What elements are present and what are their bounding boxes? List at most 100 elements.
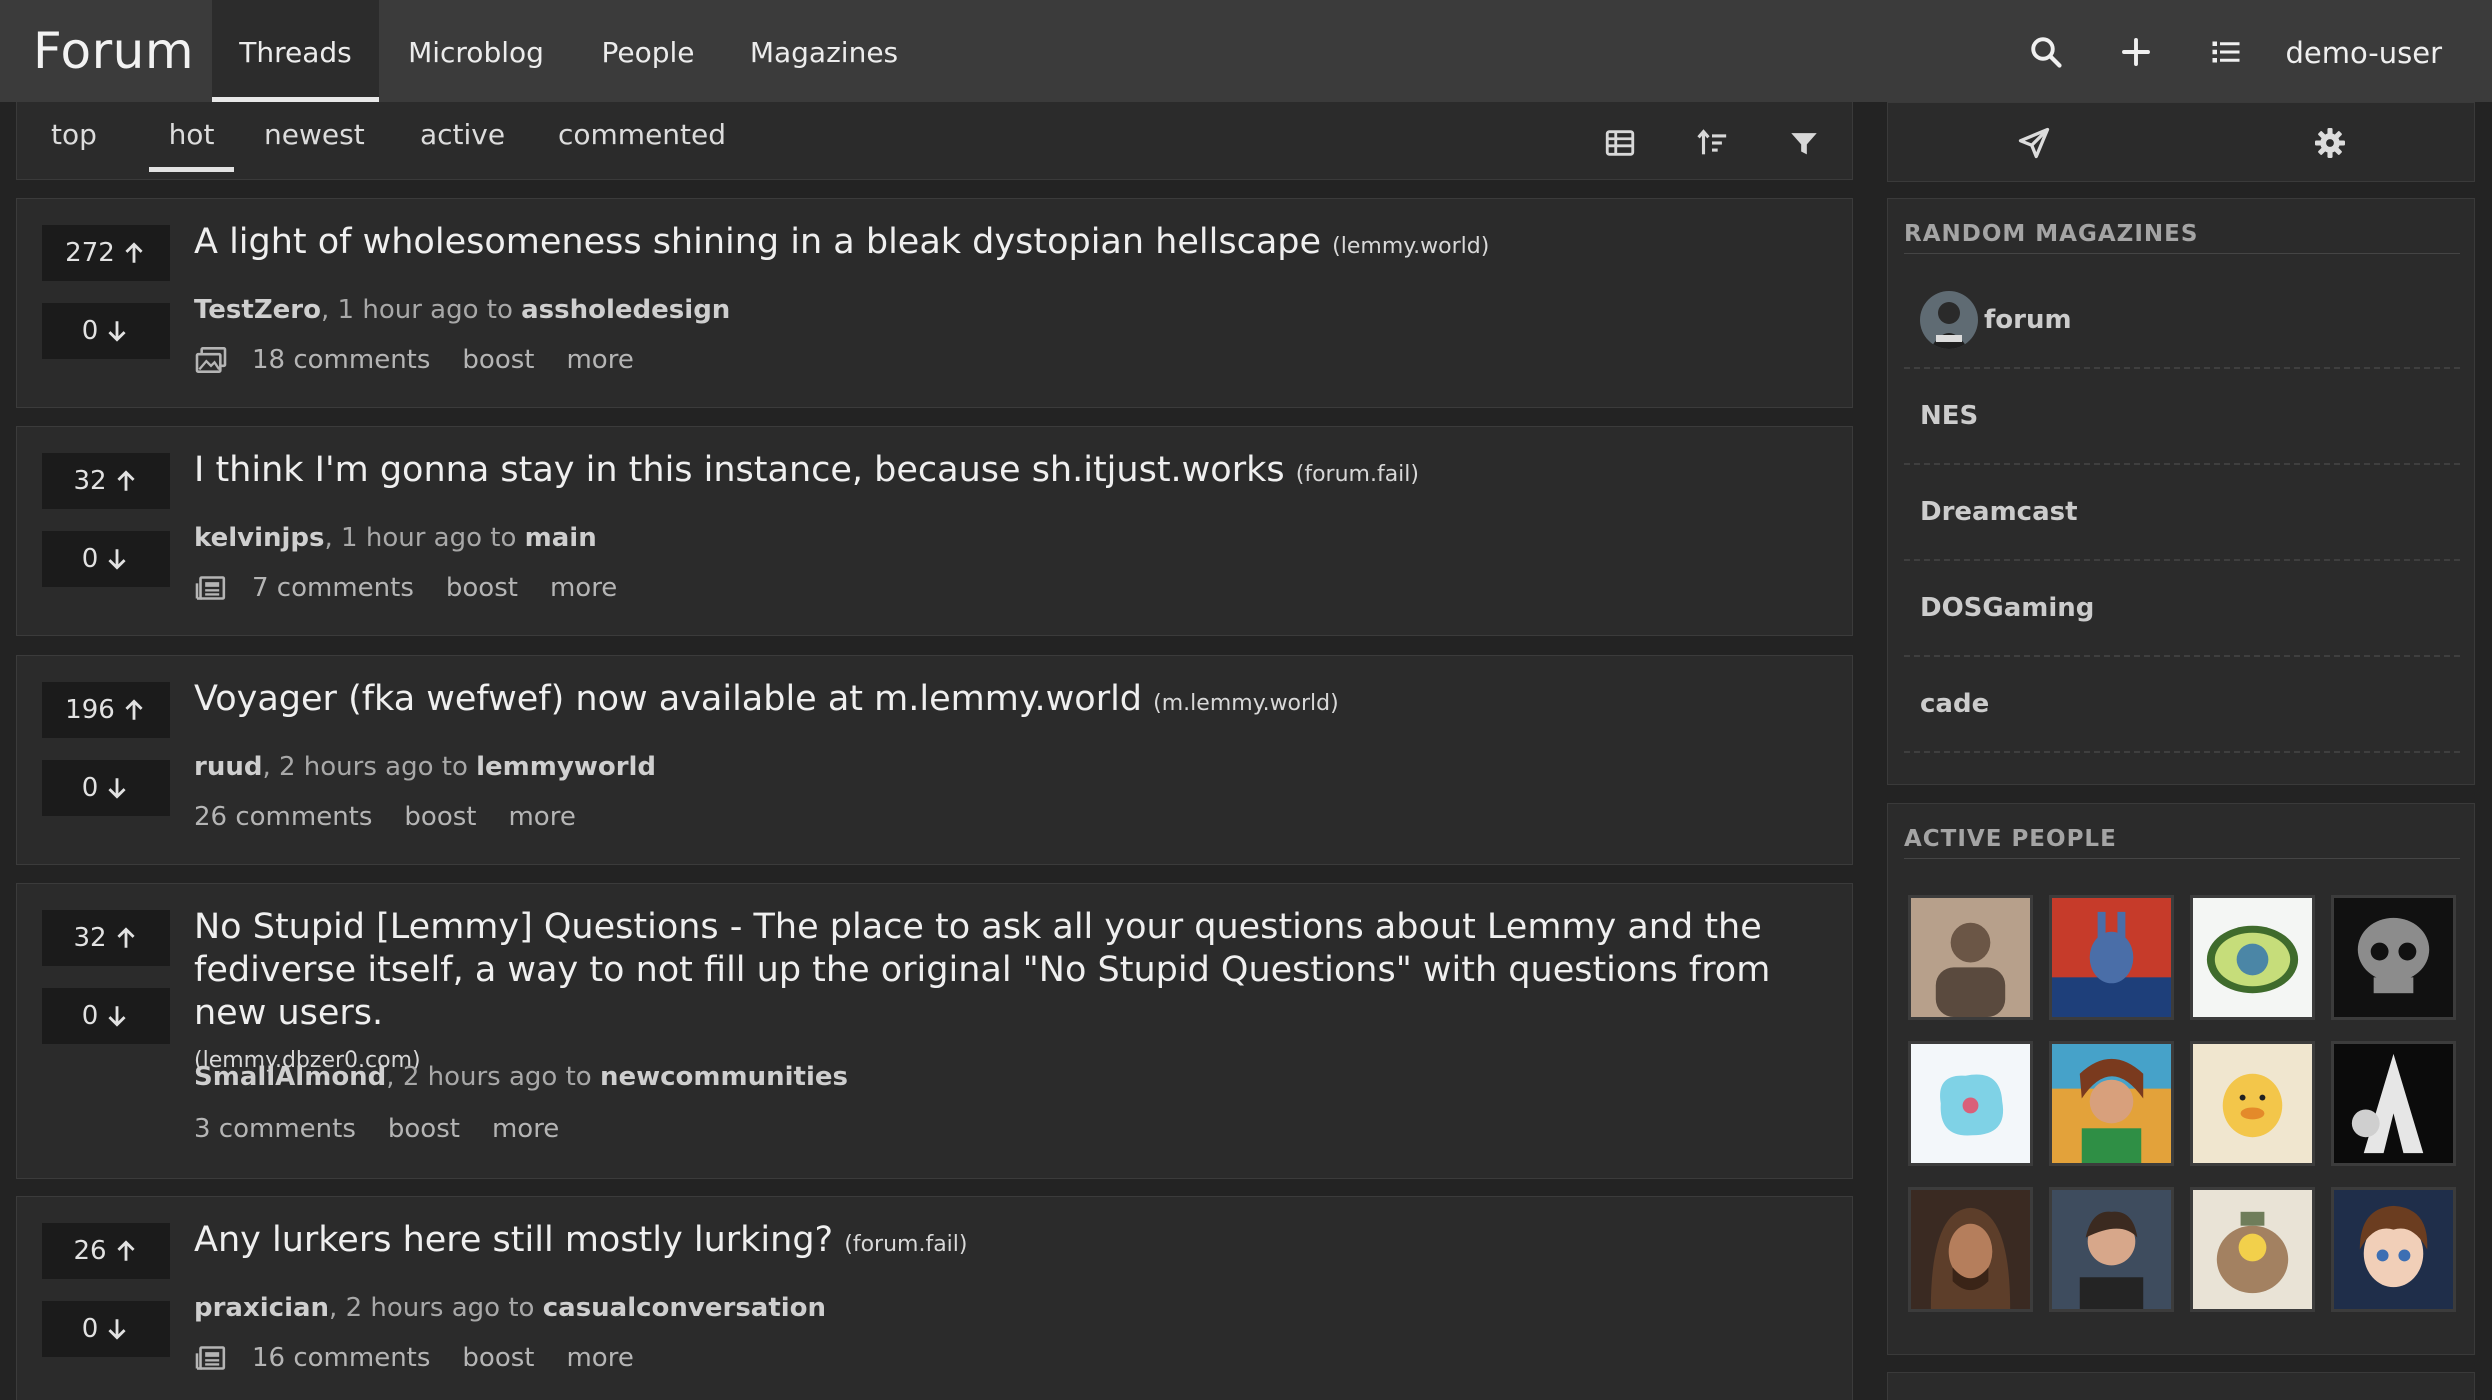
magazine-name: cade <box>1920 689 1990 719</box>
post-time: , 1 hour ago to <box>321 295 522 325</box>
table-view-icon[interactable] <box>1603 126 1637 160</box>
magazine-name: Dreamcast <box>1920 497 2078 527</box>
post-title-text[interactable]: Any lurkers here still mostly lurking? <box>194 1220 833 1260</box>
sort-newest[interactable]: newest <box>264 118 365 167</box>
post-author[interactable]: TestZero <box>194 295 321 325</box>
post-author[interactable]: praxician <box>194 1293 329 1323</box>
magazine-item-cade[interactable]: cade <box>1904 657 2460 753</box>
post-magazine[interactable]: casualconversation <box>543 1293 826 1323</box>
post-title[interactable]: Any lurkers here still mostly lurking? (… <box>194 1219 1852 1266</box>
post-domain[interactable]: (m.lemmy.world) <box>1153 691 1339 716</box>
comments-link[interactable]: 3 comments <box>194 1114 356 1144</box>
sort-hot[interactable]: hot <box>149 118 234 172</box>
post-title-text[interactable]: No Stupid [Lemmy] Questions - The place … <box>194 907 1770 1033</box>
post-time: , 2 hours ago to <box>329 1293 543 1323</box>
downvote-button[interactable]: 0 <box>42 988 170 1044</box>
person-avatar[interactable] <box>2331 895 2456 1020</box>
upvote-button[interactable]: 32 <box>42 453 170 509</box>
sort-icon[interactable] <box>1695 126 1729 160</box>
image-icon[interactable] <box>194 346 228 374</box>
tab-microblog[interactable]: Microblog <box>396 0 556 102</box>
post-title[interactable]: No Stupid [Lemmy] Questions - The place … <box>194 906 1852 1082</box>
person-avatar[interactable] <box>1908 895 2033 1020</box>
person-avatar[interactable] <box>2049 1187 2174 1312</box>
post-title[interactable]: A light of wholesomeness shining in a bl… <box>194 221 1852 268</box>
post-title[interactable]: Voyager (fka wefwef) now available at m.… <box>194 678 1852 725</box>
comments-link[interactable]: 18 comments <box>252 345 430 375</box>
post-magazine[interactable]: lemmyworld <box>476 752 656 782</box>
comments-link[interactable]: 16 comments <box>252 1343 430 1373</box>
post-author[interactable]: kelvinjps <box>194 523 325 553</box>
post-title-text[interactable]: A light of wholesomeness shining in a bl… <box>194 222 1321 262</box>
magazine-item-dreamcast[interactable]: Dreamcast <box>1904 465 2460 561</box>
upvote-count: 26 <box>73 1236 107 1266</box>
sort-commented[interactable]: commented <box>558 118 726 167</box>
person-avatar[interactable] <box>2190 895 2315 1020</box>
boost-button[interactable]: boost <box>404 802 476 832</box>
arrow-up-icon <box>125 699 143 720</box>
post-domain[interactable]: (forum.fail) <box>1296 462 1419 487</box>
post-domain[interactable]: (forum.fail) <box>844 1232 967 1257</box>
person-avatar[interactable] <box>2049 895 2174 1020</box>
person-avatar[interactable] <box>2331 1041 2456 1166</box>
person-avatar[interactable] <box>1908 1041 2033 1166</box>
more-button[interactable]: more <box>508 802 575 832</box>
plus-icon[interactable] <box>2118 34 2154 70</box>
post-magazine[interactable]: assholedesign <box>521 295 730 325</box>
boost-button[interactable]: boost <box>462 1343 534 1373</box>
post-domain[interactable]: (lemmy.world) <box>1332 234 1489 259</box>
user-menu[interactable]: demo-user <box>2286 36 2443 70</box>
downvote-button[interactable]: 0 <box>42 760 170 816</box>
upvote-button[interactable]: 196 <box>42 682 170 738</box>
tab-magazines[interactable]: Magazines <box>740 0 908 102</box>
upvote-button[interactable]: 32 <box>42 910 170 966</box>
post-magazine[interactable]: main <box>525 523 597 553</box>
list-icon[interactable] <box>2208 34 2244 70</box>
magazine-item-forum[interactable]: forum <box>1904 273 2460 369</box>
post-title[interactable]: I think I'm gonna stay in this instance,… <box>194 449 1852 496</box>
upvote-button[interactable]: 26 <box>42 1223 170 1279</box>
person-avatar[interactable] <box>2190 1187 2315 1312</box>
downvote-button[interactable]: 0 <box>42 1301 170 1357</box>
magazine-item-dosgaming[interactable]: DOSGaming <box>1904 561 2460 657</box>
post-magazine[interactable]: newcommunities <box>600 1062 848 1092</box>
boost-button[interactable]: boost <box>462 345 534 375</box>
boost-button[interactable]: boost <box>446 573 518 603</box>
person-avatar[interactable] <box>1908 1187 2033 1312</box>
post-title-text[interactable]: Voyager (fka wefwef) now available at m.… <box>194 679 1142 719</box>
tab-people[interactable]: People <box>588 0 708 102</box>
active-people-heading: ACTIVE PEOPLE <box>1904 826 2460 859</box>
post-actions: 3 comments boost more <box>194 1114 591 1144</box>
search-icon[interactable] <box>2028 34 2064 70</box>
more-button[interactable]: more <box>566 345 633 375</box>
comments-link[interactable]: 26 comments <box>194 802 372 832</box>
person-avatar[interactable] <box>2049 1041 2174 1166</box>
downvote-button[interactable]: 0 <box>42 531 170 587</box>
post-author[interactable]: ruud <box>194 752 262 782</box>
brand-logo[interactable]: Forum <box>33 22 194 80</box>
more-button[interactable]: more <box>550 573 617 603</box>
post-title-text[interactable]: I think I'm gonna stay in this instance,… <box>194 450 1285 490</box>
sort-active[interactable]: active <box>420 118 505 167</box>
more-button[interactable]: more <box>566 1343 633 1373</box>
tab-threads[interactable]: Threads <box>212 0 379 102</box>
sort-top[interactable]: top <box>51 118 97 167</box>
person-avatar[interactable] <box>2331 1187 2456 1312</box>
downvote-button[interactable]: 0 <box>42 303 170 359</box>
comments-link[interactable]: 7 comments <box>252 573 414 603</box>
person-avatar[interactable] <box>2190 1041 2315 1166</box>
send-icon[interactable] <box>2016 125 2052 161</box>
article-icon[interactable] <box>194 574 228 602</box>
filter-icon[interactable] <box>1787 126 1821 160</box>
upvote-button[interactable]: 272 <box>42 225 170 281</box>
upvote-count: 196 <box>65 695 115 725</box>
gear-icon[interactable] <box>2312 125 2348 161</box>
post-actions: 26 comments boost more <box>194 802 608 832</box>
boost-button[interactable]: boost <box>388 1114 460 1144</box>
arrow-up-icon <box>116 470 135 491</box>
more-button[interactable]: more <box>492 1114 559 1144</box>
magazine-item-nes[interactable]: NES <box>1904 369 2460 465</box>
arrow-down-icon <box>108 549 126 570</box>
post-author[interactable]: SmallAlmond <box>194 1062 386 1092</box>
article-icon[interactable] <box>194 1344 228 1372</box>
